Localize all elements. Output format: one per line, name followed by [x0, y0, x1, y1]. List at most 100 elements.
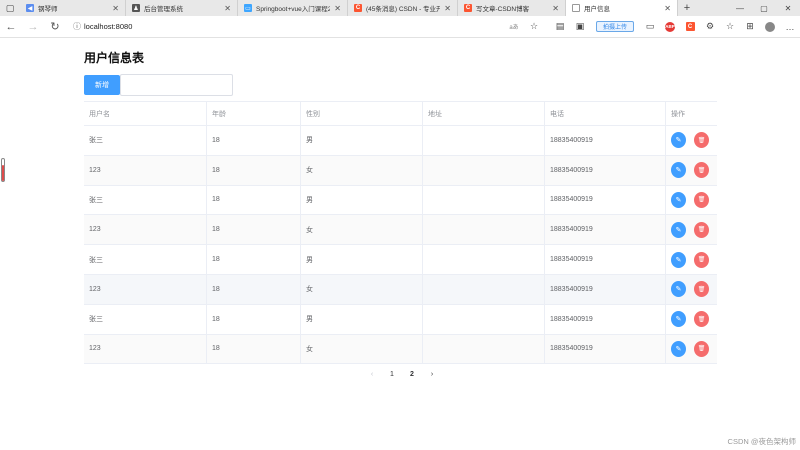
person-icon: ♟ [132, 4, 140, 12]
cell-name: 张三 [84, 304, 207, 334]
cell-sex: 女 [301, 334, 423, 364]
close-icon[interactable]: ✕ [112, 4, 119, 13]
page-content: 用户信息表 新增 用户名 年龄 性别 地址 电话 操作 张三 18 男 1883540… [0, 38, 800, 450]
search-input[interactable] [120, 74, 233, 96]
refresh-icon[interactable]: ↻ [44, 16, 66, 38]
delete-icon[interactable]: 🗑 [694, 221, 709, 238]
more-icon[interactable]: … [780, 17, 800, 37]
close-window-icon[interactable]: ✕ [776, 0, 800, 16]
table-row: 123 18 女 18835400919 ✎ 🗑 [84, 215, 717, 246]
collections-add-icon[interactable]: ⊞ [740, 17, 760, 37]
delete-icon[interactable]: 🗑 [694, 132, 709, 149]
cell-name: 123 [84, 215, 207, 245]
delete-icon[interactable]: 🗑 [694, 162, 709, 179]
tab-admin[interactable]: ♟ 后台管理系统 ✕ [126, 0, 238, 16]
minimize-icon[interactable]: — [728, 0, 752, 16]
edit-icon[interactable]: ✎ [671, 281, 686, 298]
cell-operation: ✎ 🗑 [666, 305, 717, 334]
edit-icon[interactable]: ✎ [671, 340, 686, 357]
url-text: localhost:8080 [84, 22, 133, 31]
cell-phone: 18835400919 [545, 274, 666, 304]
cell-address [423, 334, 545, 364]
csdn-extension-icon[interactable]: C [680, 17, 700, 37]
cell-sex: 女 [301, 215, 423, 245]
tab-piano[interactable]: ◀ 钢琴师 ✕ [20, 0, 126, 16]
avatar[interactable] [760, 17, 780, 37]
user-table: 用户名 年龄 性别 地址 电话 操作 张三 18 男 18835400919 ✎ 🗑 123… [84, 101, 717, 365]
delete-icon[interactable]: 🗑 [694, 311, 709, 328]
favorites-icon[interactable]: ☆ [720, 17, 740, 37]
cell-name: 123 [84, 274, 207, 304]
side-scroll-indicator[interactable] [1, 158, 5, 182]
cell-address [423, 126, 545, 155]
cell-age: 18 [207, 185, 301, 215]
edit-icon[interactable]: ✎ [671, 221, 686, 238]
page-2-button[interactable]: 2 [402, 371, 422, 378]
cell-operation: ✎ 🗑 [666, 275, 717, 304]
close-icon[interactable]: ✕ [444, 4, 451, 13]
adblock-icon[interactable]: ABP [660, 17, 680, 37]
cell-phone: 18835400919 [545, 245, 666, 274]
table-row: 123 18 女 18835400919 ✎ 🗑 [84, 155, 717, 186]
delete-icon[interactable]: 🗑 [694, 281, 709, 298]
speaker-icon: ◀ [26, 4, 34, 12]
tab-title: (45条消息) CSDN - 专业开发 [366, 6, 440, 13]
new-tab-button[interactable]: + [678, 0, 696, 16]
csdn-icon: C [464, 4, 472, 12]
cell-phone: 18835400919 [545, 185, 666, 215]
favorite-star-icon[interactable]: ☆ [524, 17, 544, 37]
back-icon[interactable]: ← [0, 16, 22, 38]
close-icon[interactable]: ✕ [224, 4, 231, 13]
maximize-icon[interactable]: ▢ [752, 0, 776, 16]
tab-write[interactable]: C 写文章-CSDN博客 ✕ [458, 0, 566, 16]
next-page-button[interactable]: › [422, 371, 442, 378]
tab-springboot[interactable]: ▭ Springboot+vue入门课程2 ✕ [238, 0, 348, 16]
delete-icon[interactable]: 🗑 [694, 251, 709, 268]
edit-icon[interactable]: ✎ [671, 311, 686, 328]
read-aloud-icon[interactable]: аあ [504, 17, 524, 37]
header-sex: 性别 [301, 102, 423, 125]
cell-name: 张三 [84, 126, 207, 155]
edit-icon[interactable]: ✎ [671, 251, 686, 268]
header-phone: 电话 [545, 102, 666, 125]
extensions-icon[interactable]: ⚙ [700, 17, 720, 37]
tab-csdn[interactable]: C (45条消息) CSDN - 专业开发 ✕ [348, 0, 458, 16]
screenshot-icon[interactable]: ▣ [570, 17, 590, 37]
tv-icon[interactable]: ▭ [640, 17, 660, 37]
add-button[interactable]: 新增 [84, 75, 120, 95]
info-icon[interactable]: ⓘ [70, 21, 84, 32]
forward-icon[interactable]: → [22, 16, 44, 38]
close-icon[interactable]: ✕ [552, 4, 559, 13]
upload-button[interactable]: 拍摄上传 [595, 21, 634, 32]
cell-phone: 18835400919 [545, 334, 666, 364]
close-icon[interactable]: ✕ [334, 4, 341, 13]
table-header: 用户名 年龄 性别 地址 电话 操作 [84, 102, 717, 126]
cell-phone: 18835400919 [545, 126, 666, 155]
edit-icon[interactable]: ✎ [671, 132, 686, 149]
window-controls: — ▢ ✕ [728, 0, 800, 16]
cell-sex: 女 [301, 155, 423, 185]
header-operation: 操作 [671, 110, 685, 118]
close-icon[interactable]: ✕ [664, 4, 671, 13]
delete-icon[interactable]: 🗑 [694, 340, 709, 357]
edit-icon[interactable]: ✎ [671, 191, 686, 208]
csdn-icon: C [354, 4, 362, 12]
cell-age: 18 [207, 245, 301, 274]
address-bar[interactable]: ⓘ localhost:8080 аあ ☆ [70, 19, 544, 35]
edit-icon[interactable]: ✎ [671, 162, 686, 179]
cell-age: 18 [207, 215, 301, 245]
table-row: 张三 18 男 18835400919 ✎ 🗑 [84, 185, 717, 216]
delete-icon[interactable]: 🗑 [694, 191, 709, 208]
watermark: CSDN @夜色架构师 [727, 437, 796, 446]
cell-name: 张三 [84, 245, 207, 274]
page-1-button[interactable]: 1 [382, 371, 402, 378]
cell-sex: 男 [301, 126, 423, 155]
collections-icon[interactable]: ▤ [550, 17, 570, 37]
table-row: 123 18 女 18835400919 ✎ 🗑 [84, 334, 717, 365]
tab-actions-icon[interactable]: ▢ [0, 0, 20, 16]
table-row: 123 18 女 18835400919 ✎ 🗑 [84, 274, 717, 305]
tab-title: Springboot+vue入门课程2 [256, 6, 331, 13]
cell-address [423, 304, 545, 334]
prev-page-button[interactable]: ‹ [362, 371, 382, 378]
tab-user-info[interactable]: 用户信息 ✕ [566, 0, 678, 16]
